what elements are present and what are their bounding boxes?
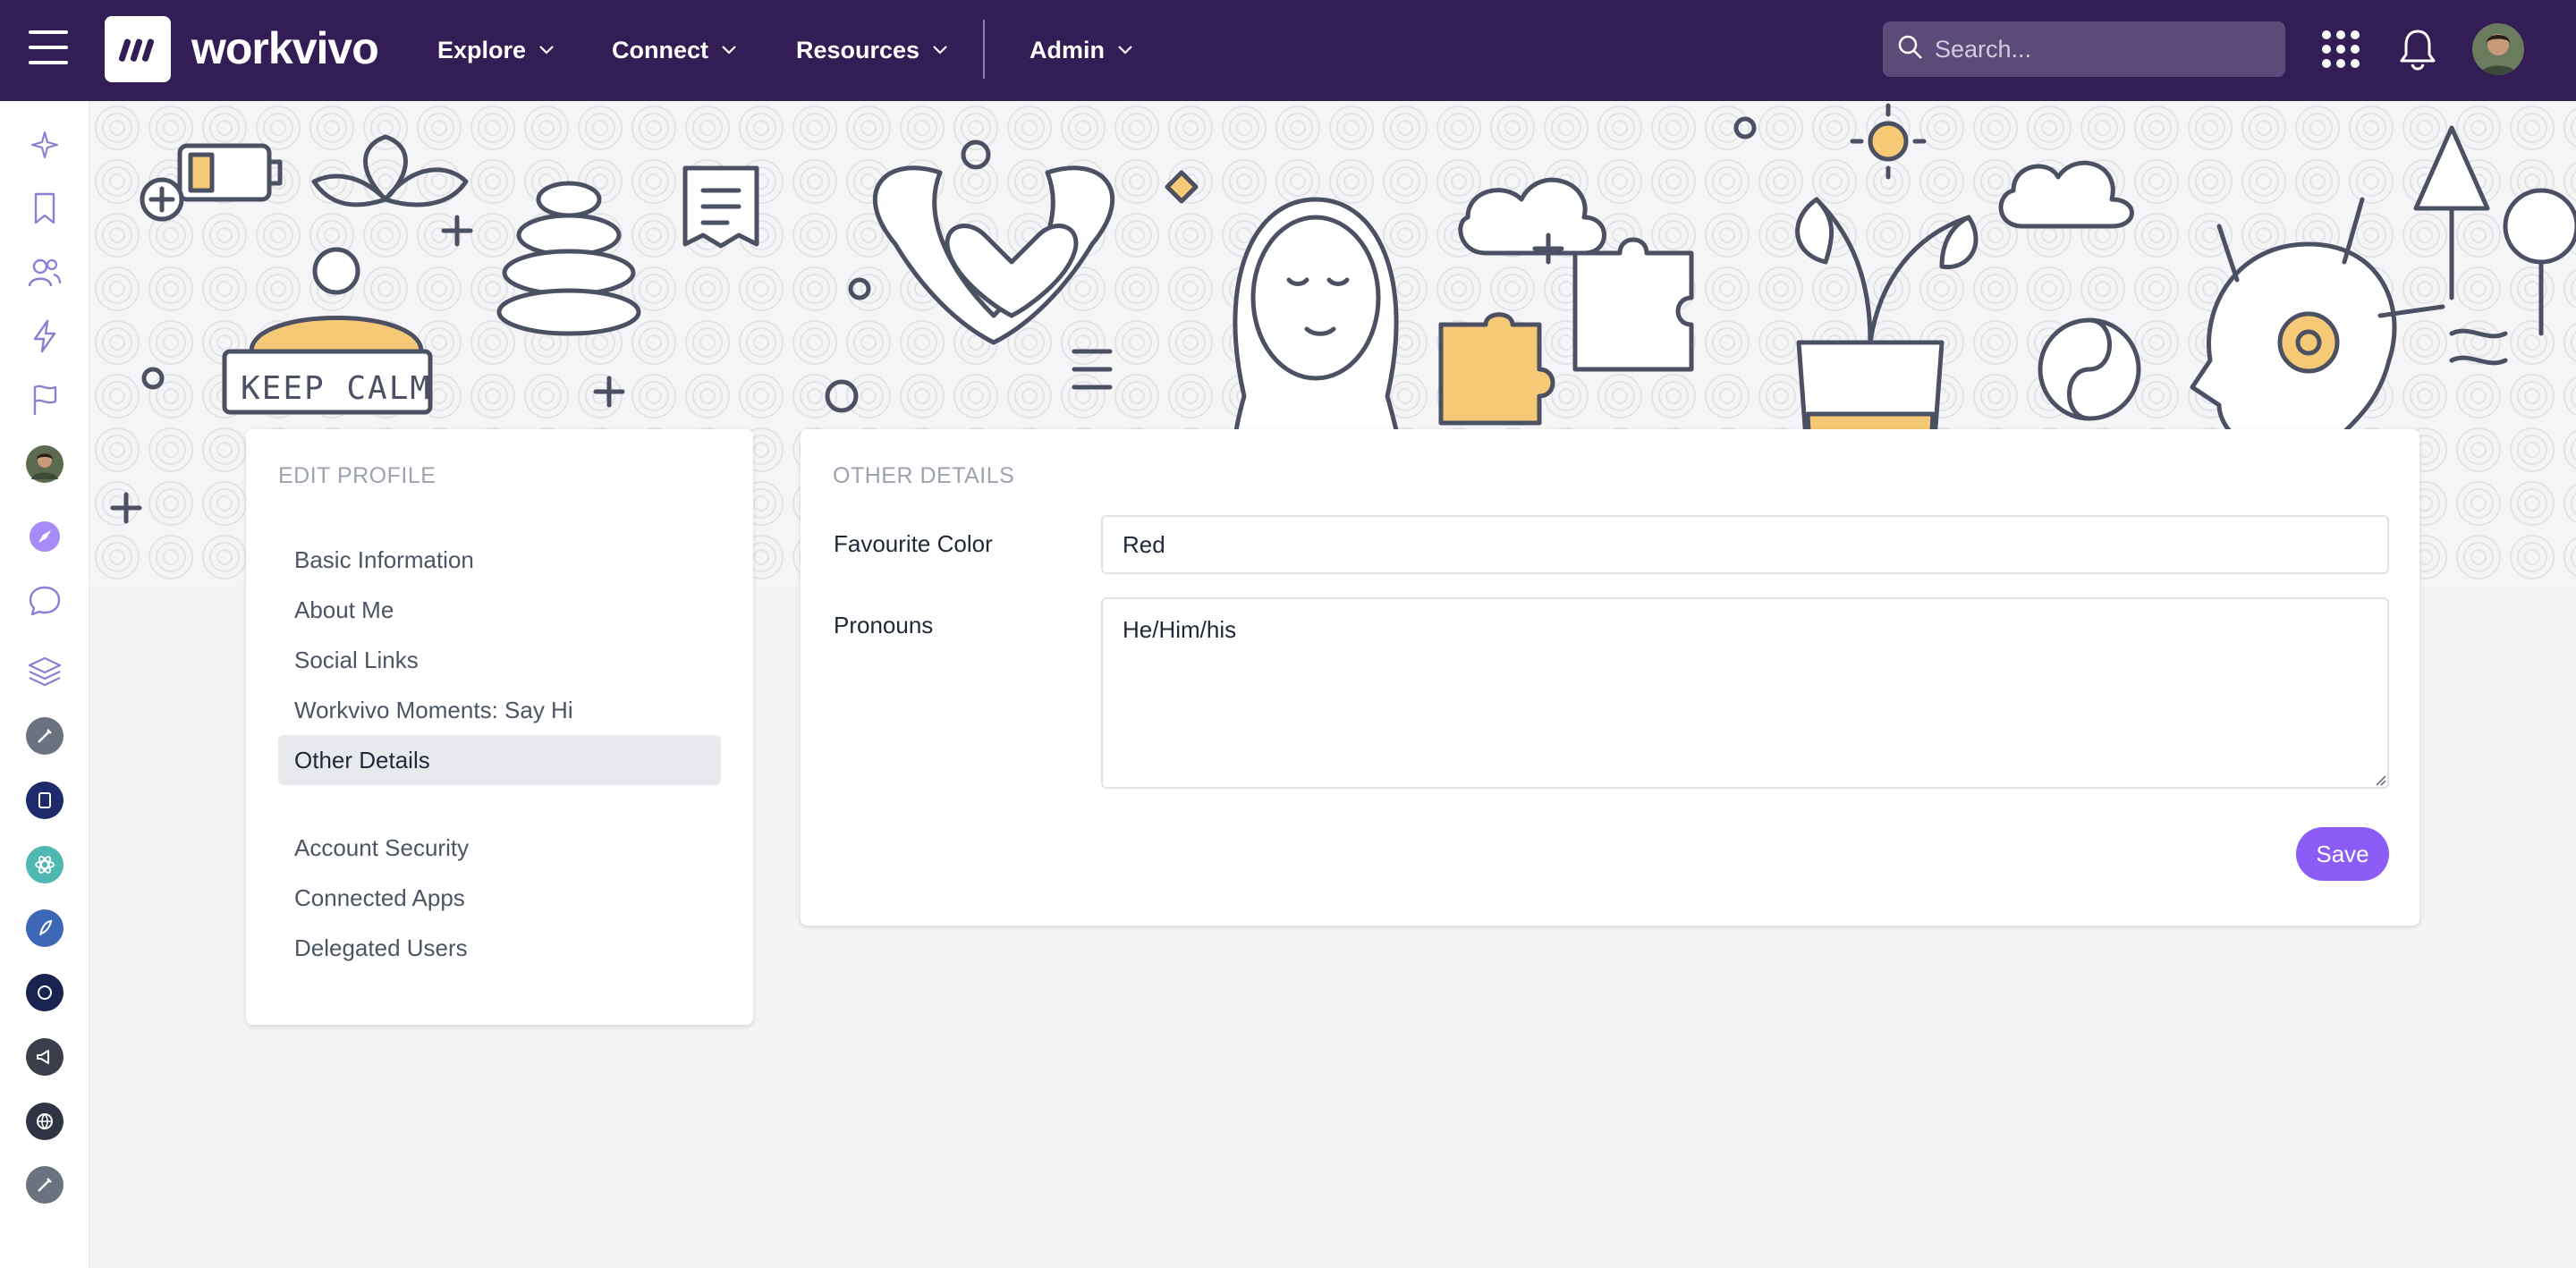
notification-bell-icon[interactable] [2397,27,2438,76]
people-icon[interactable] [25,253,64,292]
menu-account-security[interactable]: Account Security [278,823,721,873]
menu-icon[interactable] [29,30,68,66]
workvivo-logo-icon[interactable] [105,16,171,82]
keep-calm-sign-text: KEEP CALM [241,370,431,407]
space-atom-icon[interactable] [25,845,64,884]
other-details-heading: OTHER DETAILS [833,463,1015,488]
nav-admin-label: Admin [1030,36,1105,63]
compass-icon[interactable] [25,517,64,556]
nav-divider [983,20,985,79]
chevron-down-icon [721,45,737,55]
space-pencil-icon[interactable] [25,1165,64,1205]
save-button[interactable]: Save [2296,827,2389,881]
space-globe-icon[interactable] [25,1102,64,1141]
left-icon-rail [0,101,89,1268]
space-feather-icon[interactable] [25,909,64,948]
favourite-color-input[interactable] [1101,515,2389,574]
search-input[interactable] [1935,35,2275,63]
space-badge-icon[interactable] [25,973,64,1012]
pronouns-label: Pronouns [834,612,934,638]
brand-name[interactable]: workvivo [191,20,379,77]
resize-handle-icon[interactable] [2373,773,2387,787]
nav-resources[interactable]: Resources [796,30,948,70]
search-icon [1897,34,1924,65]
user-avatar[interactable] [2472,23,2524,75]
space-megaphone-icon[interactable] [25,1037,64,1077]
chevron-down-icon [538,45,555,55]
space-pen-icon[interactable] [25,716,64,756]
menu-basic-information[interactable]: Basic Information [278,535,721,585]
sparkle-icon[interactable] [25,125,64,165]
bookmark-icon[interactable] [25,189,64,228]
other-details-card: OTHER DETAILS Favourite Color Pronouns H… [801,429,2419,926]
flag-icon[interactable] [25,380,64,419]
profile-avatar-icon[interactable] [25,444,64,484]
nav-explore[interactable]: Explore [437,30,555,70]
pronouns-textarea[interactable]: He/Him/his [1101,597,2389,789]
favourite-color-label: Favourite Color [834,530,993,557]
apps-grid-icon[interactable] [2322,30,2360,68]
layers-icon[interactable] [25,652,64,691]
chevron-down-icon [932,45,948,55]
edit-profile-heading: EDIT PROFILE [278,463,436,488]
menu-connected-apps[interactable]: Connected Apps [278,873,721,923]
nav-explore-label: Explore [437,36,527,63]
space-book-icon[interactable] [25,781,64,820]
nav-admin[interactable]: Admin [1030,30,1133,70]
top-navigation-bar: workvivo Explore Connect Resources Admin [0,0,2576,101]
nav-connect-label: Connect [612,36,708,63]
chevron-down-icon [1117,45,1133,55]
lightning-icon[interactable] [25,317,64,356]
nav-resources-label: Resources [796,36,920,63]
nav-connect[interactable]: Connect [612,30,737,70]
edit-profile-card: EDIT PROFILE Basic Information About Me … [246,429,753,1025]
menu-about-me[interactable]: About Me [278,585,721,635]
menu-workvivo-moments[interactable]: Workvivo Moments: Say Hi [278,685,721,735]
menu-delegated-users[interactable]: Delegated Users [278,923,721,973]
search-box [1883,21,2285,77]
chat-bubble-icon[interactable] [25,581,64,621]
menu-other-details[interactable]: Other Details [278,735,721,785]
menu-social-links[interactable]: Social Links [278,635,721,685]
